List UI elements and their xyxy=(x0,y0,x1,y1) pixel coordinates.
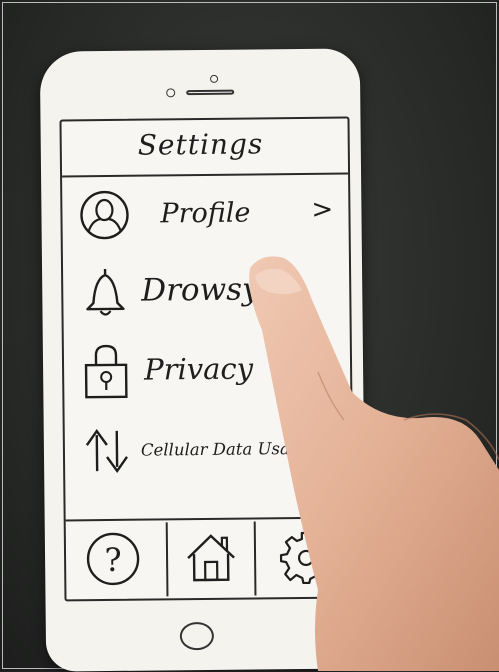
tab-help[interactable]: ? xyxy=(66,520,167,599)
tab-home[interactable] xyxy=(168,519,255,598)
person-icon xyxy=(80,190,129,240)
help-icon: ? xyxy=(86,532,140,586)
menu-item-privacy[interactable]: Privacy xyxy=(64,330,351,411)
tab-settings[interactable] xyxy=(256,518,353,597)
up-down-arrows-icon xyxy=(85,429,128,473)
help-symbol: ? xyxy=(104,541,122,579)
menu-item-label: Cellular Data Usage xyxy=(140,438,311,460)
nav-bar: Settings xyxy=(61,118,349,178)
menu-item-profile[interactable]: Profile > xyxy=(62,174,349,255)
paper-phone-prototype: Settings Profile > Drowsy A Privacy Cell… xyxy=(39,48,367,672)
earpiece-speaker xyxy=(186,89,235,96)
bell-icon xyxy=(86,269,125,316)
front-camera xyxy=(210,74,219,83)
home-icon xyxy=(187,534,235,582)
menu-item-drowsy-alert[interactable]: Drowsy A xyxy=(63,252,350,333)
phone-screen: Settings Profile > Drowsy A Privacy Cell… xyxy=(59,116,355,602)
tab-bar: ? xyxy=(65,516,353,600)
proximity-sensor xyxy=(166,88,176,98)
menu-item-label: Drowsy A xyxy=(141,271,292,309)
lock-icon xyxy=(84,344,128,399)
menu-item-label: Profile xyxy=(160,197,251,230)
menu-item-label: Privacy xyxy=(143,351,254,387)
chevron-right-icon: > xyxy=(311,194,334,225)
chevron-right-icon: > xyxy=(296,434,314,460)
home-button[interactable] xyxy=(179,621,215,651)
page-title: Settings xyxy=(137,127,264,162)
menu-item-cellular-data-usage[interactable]: Cellular Data Usage > xyxy=(65,408,352,489)
gear-icon xyxy=(279,531,334,585)
